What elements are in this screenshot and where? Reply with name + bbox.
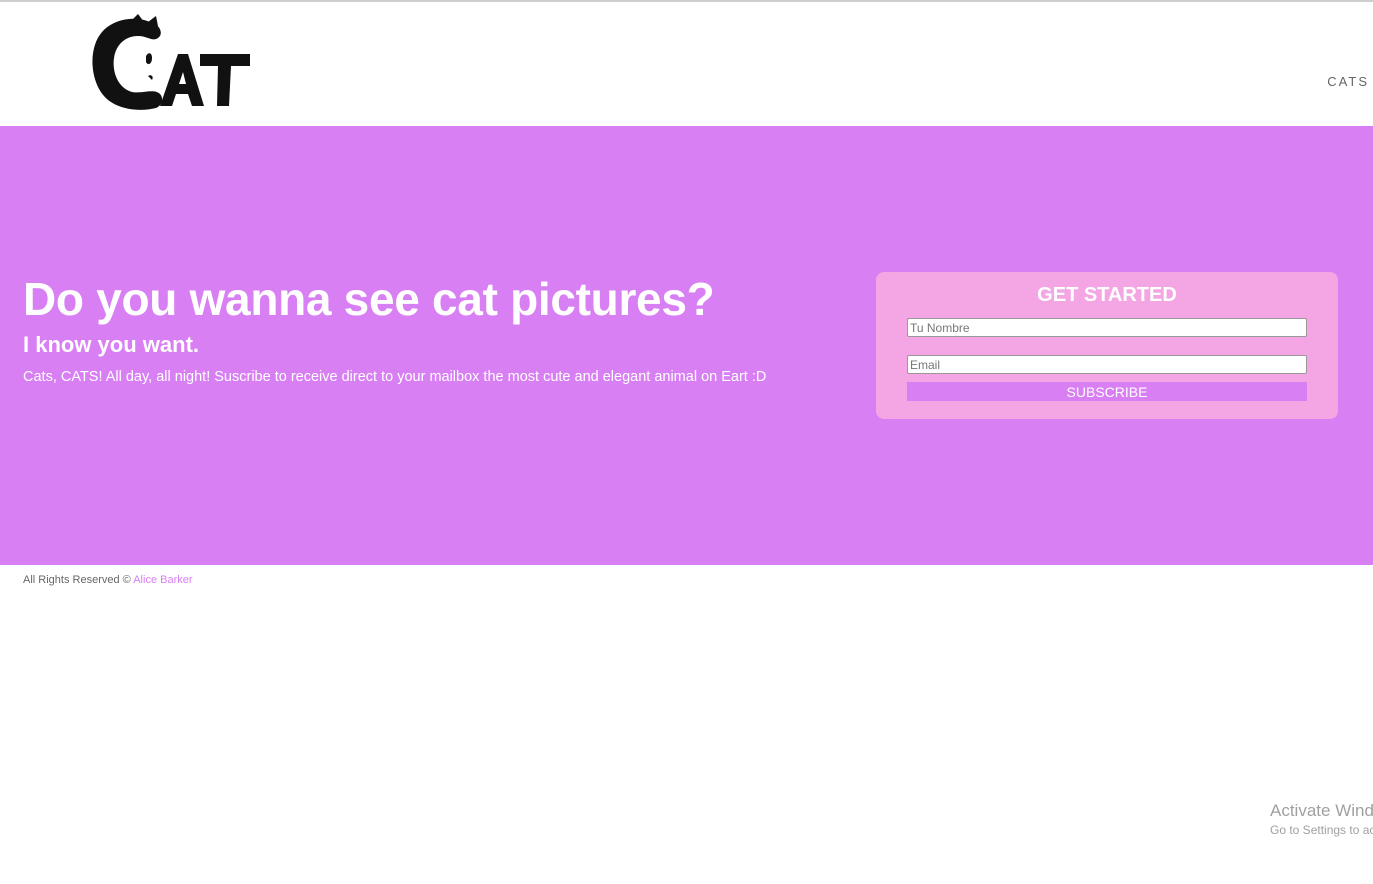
footer-rights-text: All Rights Reserved ©	[23, 574, 134, 586]
site-header: CATS	[0, 2, 1373, 126]
nav-link-cats[interactable]: CATS	[1327, 74, 1369, 89]
form-title: GET STARTED	[1037, 284, 1177, 306]
site-logo[interactable]	[88, 14, 252, 114]
hero-title: Do you wanna see cat pictures?	[23, 273, 715, 325]
hero-description: Cats, CATS! All day, all night! Suscribe…	[23, 369, 767, 385]
watermark-title: Activate Windows	[1270, 801, 1373, 820]
hero-subtitle: I know you want.	[23, 332, 200, 357]
footer-author-link[interactable]: Alice Barker	[133, 574, 192, 586]
subscribe-button[interactable]: SUBSCRIBE	[907, 382, 1307, 401]
activate-windows-watermark: Activate Windows Go to Settings to activ…	[1270, 801, 1373, 839]
hero-section: Do you wanna see cat pictures? I know yo…	[0, 126, 1373, 565]
email-input[interactable]	[907, 355, 1307, 374]
signup-form-card: GET STARTED SUBSCRIBE	[876, 272, 1338, 419]
watermark-subtitle: Go to Settings to activate Windows.	[1270, 823, 1373, 837]
cat-logo-icon	[92, 14, 250, 110]
site-footer: All Rights Reserved © Alice Barker	[23, 574, 193, 586]
name-input[interactable]	[907, 318, 1307, 337]
